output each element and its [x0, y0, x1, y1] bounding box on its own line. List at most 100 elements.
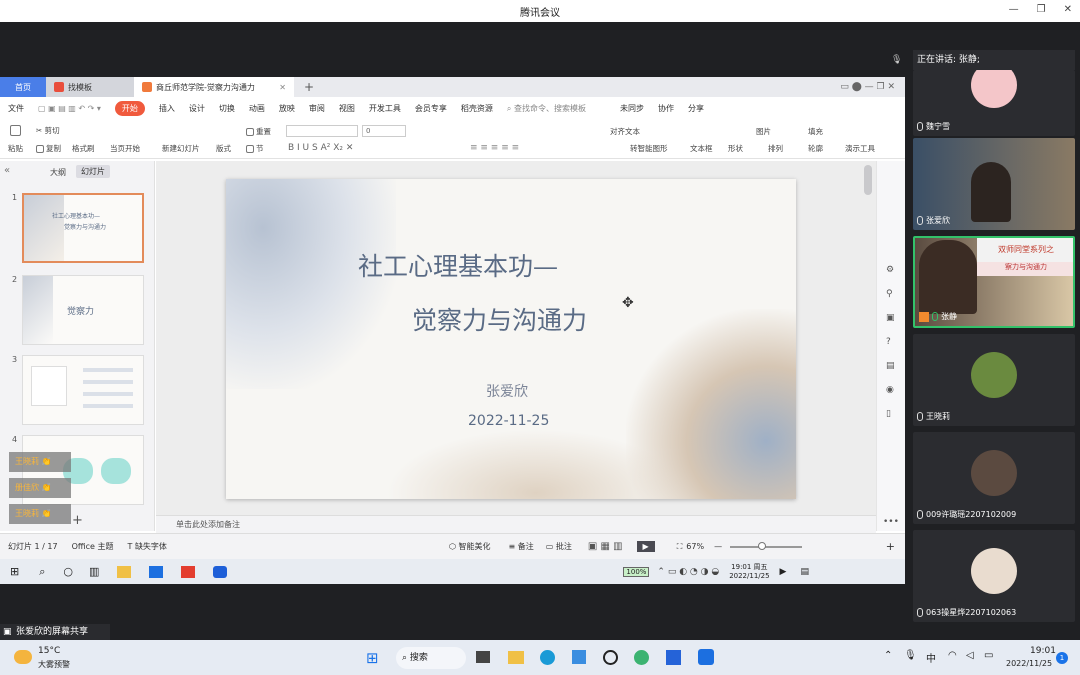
zoom-out-icon[interactable]: —: [714, 542, 722, 551]
participant-tile[interactable]: 王晓莉: [913, 334, 1075, 426]
new-tab-icon[interactable]: +: [304, 80, 314, 94]
ime-indicator[interactable]: 中: [926, 650, 936, 665]
text-style-buttons[interactable]: B I U S A² X₂ ✕: [288, 143, 353, 153]
file-explorer-icon[interactable]: [508, 651, 524, 664]
paste-icon[interactable]: [10, 125, 23, 136]
participant-tile-speaking[interactable]: 双师同堂系列之 察力与沟通力 张静: [913, 236, 1075, 328]
collab-button[interactable]: 协作: [658, 103, 674, 114]
wps-app-icon[interactable]: [181, 565, 196, 578]
app-icon[interactable]: [666, 650, 681, 665]
menu-file[interactable]: 文件: [8, 103, 24, 114]
tab-slides[interactable]: 幻灯片: [76, 165, 110, 178]
outline-button[interactable]: 轮廓: [808, 143, 823, 154]
slide-thumbnail-1[interactable]: 社工心理基本功— 觉察力与沟通力: [22, 193, 144, 263]
task-view-icon[interactable]: ▥: [89, 565, 99, 578]
weather-alert[interactable]: 大雾预警: [38, 659, 70, 670]
participant-tile[interactable]: 魏宁雪: [913, 70, 1075, 136]
taskbar-search[interactable]: ⌕ 搜索: [396, 647, 466, 669]
participant-tile[interactable]: 009许璐瑶2207102009: [913, 432, 1075, 524]
tab-outline[interactable]: 大纲: [50, 167, 66, 178]
slide-thumbnail-3[interactable]: [22, 355, 144, 425]
command-search[interactable]: ⌕ 查找命令、搜索模板: [507, 103, 586, 114]
cut-button[interactable]: ✂ 剪切: [36, 125, 60, 136]
weather-icon[interactable]: [14, 650, 32, 664]
vertical-scrollbar[interactable]: [864, 165, 872, 195]
clock-date[interactable]: 2022/11/25: [1006, 659, 1052, 668]
tab-templates[interactable]: 找模板: [46, 77, 134, 97]
inner-clock[interactable]: 19:01 周五 2022/11/25: [729, 563, 769, 581]
location-icon[interactable]: ◉: [886, 385, 894, 395]
chevron-up-icon[interactable]: ⌃: [884, 650, 892, 661]
share-button[interactable]: 分享: [688, 103, 704, 114]
pin-icon[interactable]: ⚲: [886, 289, 893, 299]
search-icon[interactable]: ⌕: [39, 565, 45, 579]
collapse-panel-icon[interactable]: «: [4, 165, 10, 176]
window-controls-icon[interactable]: ▭ ⬤ — ❐ ✕: [840, 82, 895, 92]
menu-member[interactable]: 会员专享: [415, 103, 447, 114]
temperature[interactable]: 15°C: [38, 646, 60, 656]
close-tab-icon[interactable]: ✕: [279, 83, 286, 92]
book-icon[interactable]: ▯: [886, 409, 891, 419]
menu-animation[interactable]: 动画: [249, 103, 265, 114]
new-slide-button[interactable]: 新建幻灯片: [162, 143, 200, 154]
font-size-select[interactable]: 0: [362, 125, 406, 137]
paragraph-align-buttons[interactable]: ≡ ≡ ≡ ≡ ≡: [470, 143, 519, 153]
shape-button[interactable]: 形状: [728, 143, 743, 154]
window-icon[interactable]: ▣: [886, 313, 895, 323]
play-slideshow-icon[interactable]: ▶: [636, 541, 655, 552]
participant-tile[interactable]: 063操星烨2207102063: [913, 530, 1075, 622]
battery-icon[interactable]: ▭: [984, 650, 993, 661]
notification-icon[interactable]: ▤: [800, 567, 809, 577]
battery-indicator[interactable]: 100%: [623, 566, 650, 577]
reset-button[interactable]: 重置: [246, 126, 271, 137]
tray-icons[interactable]: ⌃ ▭ ◐ ◔ ◑ ◒: [657, 567, 719, 577]
copy-button[interactable]: 复制: [36, 143, 61, 154]
quick-access-icons[interactable]: ▢ ▣ ▤ ▥ ↶ ↷ ▾: [38, 104, 101, 113]
textbox-button[interactable]: 文本框: [690, 143, 713, 154]
zoom-slider-handle[interactable]: [758, 541, 767, 550]
arrange-button[interactable]: 排列: [768, 143, 783, 154]
minimize-icon[interactable]: —: [1009, 4, 1019, 15]
zoom-in-icon[interactable]: +: [886, 540, 895, 553]
align-text-button[interactable]: 对齐文本: [610, 126, 640, 137]
picture-button[interactable]: 图片: [756, 126, 771, 137]
menu-slideshow[interactable]: 放映: [279, 103, 295, 114]
volume-icon[interactable]: ◁: [966, 650, 974, 661]
view-mode-icons[interactable]: ▣ ▦ ▥: [588, 541, 623, 552]
layout-button[interactable]: 版式: [216, 143, 231, 154]
task-view-icon[interactable]: [476, 651, 490, 663]
start-from-current-button[interactable]: 当页开始: [110, 143, 140, 154]
tencent-meeting-icon[interactable]: [149, 565, 164, 578]
cortana-icon[interactable]: ○: [63, 565, 73, 578]
notes-area[interactable]: 单击此处添加备注: [156, 515, 876, 533]
more-icon[interactable]: •••: [883, 517, 899, 527]
edge-icon[interactable]: [540, 650, 555, 665]
microphone-icon[interactable]: 🎙: [904, 650, 917, 661]
windows-start-icon[interactable]: ⊞: [366, 649, 379, 667]
settings-icon[interactable]: ⚙: [886, 265, 894, 275]
tencent-meeting-icon[interactable]: [698, 649, 714, 665]
menu-developer[interactable]: 开发工具: [369, 103, 401, 114]
zoom-slider[interactable]: [730, 541, 803, 550]
app-icon[interactable]: [603, 650, 618, 665]
presentation-tools-button[interactable]: 演示工具: [845, 143, 875, 154]
image-icon[interactable]: ▤: [886, 361, 895, 371]
windows-start-icon[interactable]: ⊞: [10, 565, 19, 578]
help-icon[interactable]: ?: [886, 337, 891, 347]
format-painter-button[interactable]: 格式刷: [72, 143, 95, 154]
fill-button[interactable]: 填充: [808, 126, 823, 137]
participant-tile-video[interactable]: 张爱欣: [913, 138, 1075, 230]
tab-document[interactable]: 商丘师范学院-觉察力沟通力 ✕: [134, 77, 294, 97]
file-explorer-icon[interactable]: [117, 565, 132, 578]
smart-graphic-button[interactable]: 转智能图形: [630, 143, 668, 154]
slide-thumbnail-2[interactable]: 觉察力: [22, 275, 144, 345]
missing-font-button[interactable]: T 缺失字体: [128, 541, 167, 552]
font-family-select[interactable]: [286, 125, 358, 137]
store-icon[interactable]: [572, 650, 586, 664]
fit-window-icon[interactable]: ⛶: [677, 542, 683, 552]
menu-design[interactable]: 设计: [189, 103, 205, 114]
notification-badge[interactable]: 1: [1056, 652, 1068, 664]
notes-button[interactable]: ≡ 备注: [508, 541, 533, 552]
tab-home[interactable]: 首页: [0, 77, 46, 97]
zoom-level[interactable]: 67%: [686, 542, 704, 551]
